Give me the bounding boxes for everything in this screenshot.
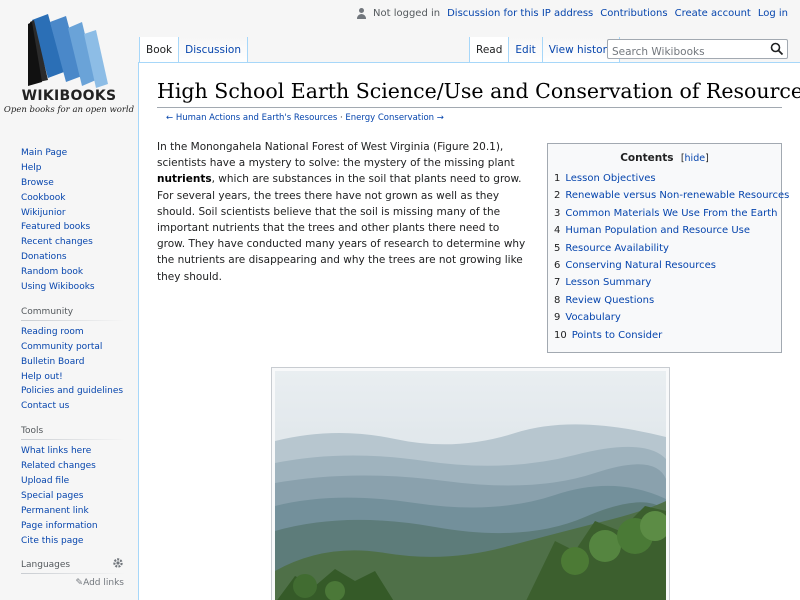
sidebar-item-featured-books[interactable]: Featured books [21, 222, 90, 232]
sidebar-item-what-links-here[interactable]: What links here [21, 446, 91, 456]
toc-item[interactable]: 7 Lesson Summary [554, 274, 775, 291]
toc-hide-link[interactable]: hide [685, 153, 706, 164]
user-icon [356, 8, 366, 19]
view-tabs: Read Edit View history [469, 37, 621, 63]
logo-wordmark: WIKIBOOKS [21, 88, 117, 104]
toc-title: Contents [620, 152, 674, 164]
sidebar-item-help-out[interactable]: Help out! [21, 372, 63, 382]
sidebar-item-cite-this-page[interactable]: Cite this page [21, 536, 83, 546]
sidebar-item-related-changes[interactable]: Related changes [21, 461, 96, 471]
sidebar-item-cookbook[interactable]: Cookbook [21, 193, 65, 203]
community-heading: Community [21, 306, 124, 321]
languages-portal: Languages ✎Add links [21, 557, 124, 588]
toc-item[interactable]: 3 Common Materials We Use From the Earth [554, 205, 777, 222]
next-chapter-link[interactable]: Energy Conservation → [345, 113, 443, 123]
table-of-contents: Contents [hide] 1 Lesson Objectives 2 Rene… [547, 143, 789, 353]
log-in-link[interactable]: Log in [758, 8, 788, 19]
personal-tools: Not logged in Discussion for this IP add… [356, 8, 788, 19]
toc-item[interactable]: 5 Resource Availability [554, 240, 775, 257]
sidebar: Main Page Help Browse Cookbook Wikijunio… [0, 140, 138, 600]
intro-paragraph: In the Monongahela National Forest of We… [157, 139, 529, 285]
toc-item[interactable]: 4 Human Population and Resource Use [554, 222, 775, 239]
page-title: High School Earth Science/Use and Conser… [157, 79, 800, 108]
add-links[interactable]: ✎Add links [21, 578, 124, 588]
books-logo-icon [28, 14, 108, 88]
wikibooks-logo[interactable]: WIKIBOOKS Open books for an open world [0, 0, 138, 125]
not-logged-in-text: Not logged in [373, 8, 441, 19]
create-account-link[interactable]: Create account [675, 8, 751, 19]
sidebar-item-recent-changes[interactable]: Recent changes [21, 237, 93, 247]
sidebar-item-wikijunior[interactable]: Wikijunior [21, 208, 66, 218]
logo-tagline: Open books for an open world [3, 105, 135, 115]
sidebar-item-community-portal[interactable]: Community portal [21, 342, 102, 352]
toc-item[interactable]: 2 Renewable versus Non-renewable Resource… [554, 187, 789, 204]
languages-heading: Languages [21, 560, 124, 575]
tools-portal: Tools What links here Related changes Up… [21, 426, 124, 548]
intro-text-2: , which are substances in the soil that … [157, 173, 526, 283]
sidebar-item-random-book[interactable]: Random book [21, 267, 83, 277]
tab-discussion[interactable]: Discussion [179, 37, 248, 63]
sidebar-item-upload-file[interactable]: Upload file [21, 476, 69, 486]
navigation-portal: Main Page Help Browse Cookbook Wikijunio… [21, 146, 124, 295]
previous-chapter-link[interactable]: ← Human Actions and Earth's Resources [166, 113, 337, 123]
toc-item[interactable]: 10 Points to Consider [554, 327, 775, 344]
tools-heading: Tools [21, 426, 124, 441]
forest-figure[interactable] [271, 367, 670, 600]
toc-list: 1 Lesson Objectives 2 Renewable versus Non… [554, 170, 789, 344]
sidebar-item-special-pages[interactable]: Special pages [21, 491, 83, 501]
sidebar-item-bulletin-board[interactable]: Bulletin Board [21, 357, 84, 367]
main-content: High School Earth Science/Use and Conser… [138, 62, 800, 600]
toc-item[interactable]: 1 Lesson Objectives [554, 170, 775, 187]
sidebar-item-page-information[interactable]: Page information [21, 521, 98, 531]
intro-text-1: In the Monongahela National Forest of We… [157, 141, 515, 170]
sidebar-item-policies[interactable]: Policies and guidelines [21, 386, 123, 396]
mountain-landscape-image [275, 371, 666, 600]
search-icon[interactable] [770, 42, 784, 56]
toc-toggle: [hide] [680, 153, 709, 164]
sidebar-item-reading-room[interactable]: Reading room [21, 327, 84, 337]
sidebar-item-using-wikibooks[interactable]: Using Wikibooks [21, 282, 95, 292]
namespace-tabs: Book Discussion [139, 37, 248, 63]
search-box [607, 39, 788, 61]
sidebar-item-donations[interactable]: Donations [21, 252, 67, 262]
tab-book[interactable]: Book [139, 37, 180, 63]
sidebar-item-permanent-link[interactable]: Permanent link [21, 506, 89, 516]
sidebar-item-help[interactable]: Help [21, 163, 42, 173]
intro-bold-term: nutrients [157, 173, 212, 186]
sidebar-item-contact-us[interactable]: Contact us [21, 401, 69, 411]
tab-read[interactable]: Read [469, 37, 510, 63]
sidebar-item-browse[interactable]: Browse [21, 178, 54, 188]
sidebar-item-main-page[interactable]: Main Page [21, 148, 67, 158]
search-input[interactable] [608, 43, 768, 61]
gear-icon[interactable] [112, 557, 124, 569]
add-links-label: Add links [83, 578, 124, 589]
toc-header: Contents [hide] [554, 152, 775, 164]
toc-item[interactable]: 9 Vocabulary [554, 309, 775, 326]
community-portal: Community Reading room Community portal … [21, 306, 124, 414]
tab-edit[interactable]: Edit [509, 37, 543, 63]
chapter-navigation: ← Human Actions and Earth's Resources · … [166, 113, 444, 123]
contributions-link[interactable]: Contributions [600, 8, 667, 19]
toc-item[interactable]: 6 Conserving Natural Resources [554, 257, 775, 274]
ip-discussion-link[interactable]: Discussion for this IP address [447, 8, 593, 19]
pencil-icon: ✎ [75, 578, 84, 589]
toc-item[interactable]: 8 Review Questions [554, 292, 775, 309]
